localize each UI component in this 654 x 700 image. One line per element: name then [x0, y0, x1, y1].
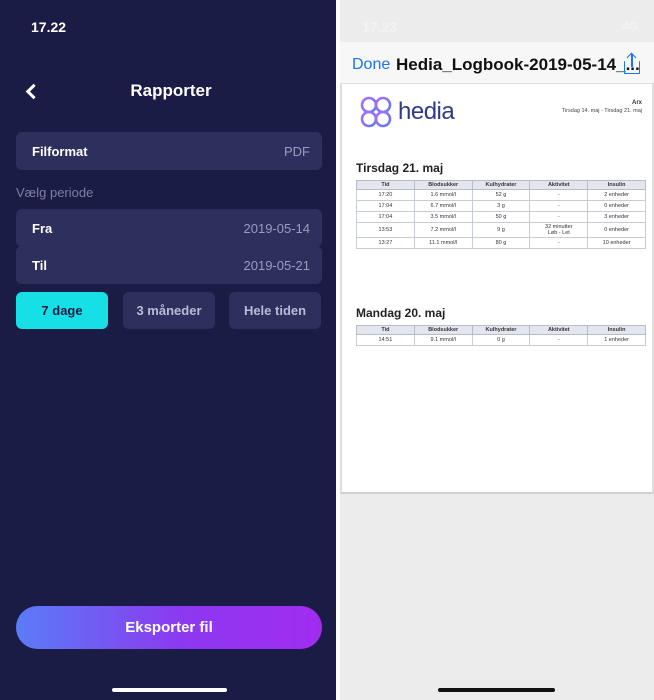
table-cell: 13:27: [356, 237, 415, 249]
fileformat-row[interactable]: Filformat PDF: [16, 132, 322, 170]
document-header-info: Arx Tirsdag 14. maj - Tirsdag 21. maj: [562, 100, 642, 114]
to-date-value: 2019-05-21: [243, 257, 311, 273]
table-row: 13:53 7.2 mmol/l 9 g 32 minutter Løb - Let 0…: [356, 222, 646, 238]
home-indicator[interactable]: [112, 688, 227, 692]
day-heading: Mandag 20. maj: [356, 306, 446, 320]
owner-name: Arx: [631, 100, 642, 106]
table-cell: 17:20: [356, 189, 415, 201]
file-name-title: Hedia_Logbook-2019-05-14_...: [396, 55, 640, 74]
column-header: Blodsukker: [413, 180, 473, 190]
from-label: Fra: [32, 220, 53, 236]
column-header: Tid: [356, 180, 415, 190]
table-cell: -: [529, 211, 589, 223]
nav-bar: Rapporter: [0, 70, 336, 110]
share-icon[interactable]: [623, 52, 641, 75]
table-cell: 3 g: [471, 200, 531, 212]
table-cell: 1.6 mmol/l: [413, 189, 473, 201]
to-date-row[interactable]: Til 2019-05-21: [16, 246, 322, 284]
to-label: Til: [32, 257, 47, 273]
column-header: Tid: [356, 325, 415, 335]
table-cell: 3.5 mmol/l: [413, 211, 473, 223]
logbook-table: Tid Blodsukker Kulhydrater Aktivitet Ins…: [356, 180, 646, 249]
table-row: 13:27 11.1 mmol/l 80 g -10 enheder: [356, 237, 646, 249]
fileformat-value: PDF: [284, 143, 310, 159]
table-cell: -: [529, 200, 589, 212]
status-bar: 17.23 4G: [340, 0, 654, 42]
table-header-row: Tid Blodsukker Kulhydrater Aktivitet Ins…: [356, 180, 646, 190]
table-cell: 3 enheder: [587, 211, 646, 223]
table-cell: 1 enheder: [587, 334, 646, 346]
table-cell: 9.1 mmol/l: [413, 334, 473, 346]
from-date-row[interactable]: Fra 2019-05-14: [16, 209, 322, 247]
table-cell: 80 g: [471, 237, 531, 249]
table-cell: 13:53: [356, 222, 415, 238]
table-cell: 7.2 mmol/l: [413, 222, 473, 238]
column-header: Aktivitet: [529, 180, 589, 190]
table-cell: -: [529, 189, 589, 201]
table-cell: 14:51: [356, 334, 415, 346]
table-cell: 9 g: [471, 222, 531, 238]
screenshot: 17.22 4G Rapporter Filformat PDF Vælg pe…: [0, 0, 654, 700]
table-cell: 0 enheder: [587, 222, 646, 238]
table-header-row: Tid Blodsukker Kulhydrater Aktivitet Ins…: [356, 325, 646, 335]
segment-all-time[interactable]: Hele tiden: [229, 292, 321, 329]
table-cell: 52 g: [471, 189, 531, 201]
page-title: Rapporter: [130, 81, 212, 100]
column-header: Blodsukker: [413, 325, 473, 335]
day-heading: Tirsdag 21. maj: [356, 161, 444, 175]
period-section-label: Vælg periode: [16, 185, 94, 200]
brand-name: hedia: [398, 98, 455, 125]
table-cell: 2 enheder: [587, 189, 646, 201]
table-cell: 50 g: [471, 211, 531, 223]
table-cell: 32 minutter Løb - Let: [529, 222, 589, 238]
report-settings-screen: 17.22 4G Rapporter Filformat PDF Vælg pe…: [0, 0, 654, 700]
status-time: 17.23: [362, 19, 398, 35]
table-row: 14:51 9.1 mmol/l 0 g-1 enheder: [356, 334, 646, 346]
table-cell: -: [529, 334, 589, 346]
network-label: 4G: [621, 19, 638, 33]
preview-nav-bar: Done Hedia_Logbook-2019-05-14_...: [340, 42, 654, 84]
column-header: Kulhydrater: [471, 325, 531, 335]
table-cell: 17:04: [356, 211, 415, 223]
table-cell: 0 enheder: [587, 200, 646, 212]
table-cell: 10 enheder: [587, 237, 646, 249]
column-header: Kulhydrater: [471, 180, 531, 190]
pdf-page[interactable]: hedia Arx Tirsdag 14. maj - Tirsdag 21. …: [340, 84, 654, 494]
table-row: 17:04 6.7 mmol/l 3 g-0 enheder: [356, 200, 646, 212]
table-cell: 6.7 mmol/l: [413, 200, 473, 212]
table-row: 17:20 1.6 mmol/l 52 g-2 enheder: [356, 189, 646, 201]
done-button[interactable]: Done: [352, 56, 390, 74]
segment-3-months[interactable]: 3 måneder: [123, 292, 215, 329]
logbook-table: Tid Blodsukker Kulhydrater Aktivitet Ins…: [356, 325, 646, 346]
segment-7-days[interactable]: 7 dage: [16, 292, 108, 329]
hedia-logo-icon: [360, 96, 392, 128]
status-bar: 17.22 4G: [0, 0, 654, 700]
column-header: Aktivitet: [529, 325, 589, 335]
table-cell: 0 g: [471, 334, 531, 346]
table-cell: -: [529, 237, 589, 249]
column-header: Insulin: [587, 325, 646, 335]
pdf-preview-screen: 17.23 4G Done Hedia_Logbook-2019-05-14_.…: [340, 0, 654, 700]
column-header: Insulin: [587, 180, 646, 190]
table-row: 17:04 3.5 mmol/l 50 g-3 enheder: [356, 211, 646, 223]
date-range: Tirsdag 14. maj - Tirsdag 21. maj: [561, 108, 642, 114]
status-time: 17.22: [31, 19, 67, 35]
from-date-value: 2019-05-14: [243, 220, 311, 236]
export-file-button[interactable]: Eksporter fil: [16, 606, 322, 649]
home-indicator[interactable]: [438, 688, 555, 692]
fileformat-label: Filformat: [32, 143, 88, 159]
table-cell: 17:04: [356, 200, 415, 212]
table-cell: 11.1 mmol/l: [413, 237, 473, 249]
hedia-logo: hedia: [356, 94, 486, 130]
